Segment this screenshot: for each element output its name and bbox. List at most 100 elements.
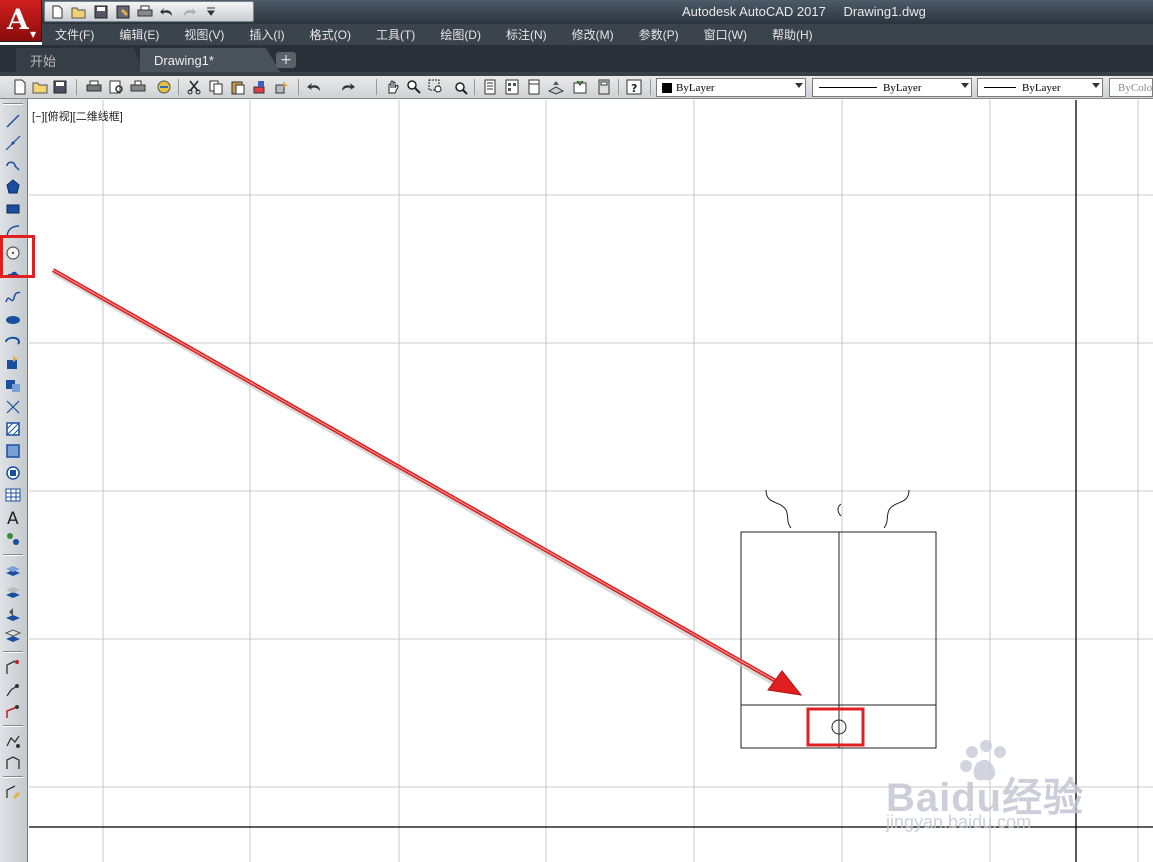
table-icon[interactable] [4, 486, 22, 504]
markup-icon[interactable] [572, 79, 588, 95]
pan-icon[interactable] [384, 79, 400, 95]
make-block-icon[interactable] [4, 376, 22, 394]
new-tab-button[interactable]: + [276, 52, 296, 68]
lineweight-control-dropdown[interactable]: ByLayer [977, 78, 1103, 97]
menu-modify[interactable]: 修改(M) [572, 26, 614, 43]
linetype-value: ByLayer [883, 81, 922, 94]
construction-line-icon[interactable] [4, 134, 22, 152]
zoom-previous-icon[interactable] [452, 79, 468, 95]
menu-edit[interactable]: 编辑(E) [119, 26, 159, 43]
chevron-down-icon [795, 83, 803, 88]
menu-insert[interactable]: 插入(I) [249, 26, 284, 43]
rectangle-icon[interactable] [4, 200, 22, 218]
ellipse-arc-icon[interactable] [4, 332, 22, 350]
plotstyle-control-dropdown[interactable]: ByColor [1109, 78, 1153, 97]
menu-view[interactable]: 视图(V) [184, 26, 224, 43]
window-title: Autodesk AutoCAD 2017 Drawing1.dwg [682, 4, 940, 19]
insert-block-icon[interactable] [4, 354, 22, 372]
dimension-diameter-icon[interactable] [4, 754, 22, 772]
cut-icon[interactable] [186, 79, 202, 95]
toolbar-grip [3, 103, 23, 105]
color-value: ByLayer [676, 81, 715, 94]
ellipse-icon[interactable] [4, 310, 22, 328]
publish-icon[interactable] [130, 79, 146, 95]
layer-isolate-icon[interactable] [4, 627, 22, 645]
copy-icon[interactable] [208, 79, 224, 95]
paste-icon[interactable] [230, 79, 246, 95]
plot-preview-icon[interactable] [108, 79, 124, 95]
layer-previous-icon[interactable] [4, 605, 22, 623]
app-logo-icon: A [7, 3, 29, 36]
linetype-sample [819, 87, 877, 88]
layer-states-icon[interactable] [4, 583, 22, 601]
open-icon[interactable] [71, 4, 87, 20]
calculator-icon[interactable] [596, 79, 612, 95]
new-icon[interactable] [49, 4, 65, 20]
polygon-icon[interactable] [4, 178, 22, 196]
save-icon[interactable] [52, 79, 68, 95]
design-center-icon[interactable] [504, 79, 520, 95]
menu-file[interactable]: 文件(F) [55, 26, 94, 43]
menu-help[interactable]: 帮助(H) [772, 26, 813, 43]
plotstyle-value: ByColor [1118, 81, 1153, 94]
polyline-icon[interactable] [4, 156, 22, 174]
point-icon[interactable] [4, 398, 22, 416]
toolbar-separator [76, 79, 77, 95]
lineweight-value: ByLayer [1022, 81, 1061, 94]
dimension-aligned-icon[interactable] [4, 681, 22, 699]
add-selected-icon[interactable] [4, 530, 22, 548]
tab-start[interactable]: 开始 [16, 48, 144, 72]
print-icon[interactable] [137, 4, 153, 20]
menu-draw[interactable]: 绘图(D) [440, 26, 481, 43]
new-icon[interactable] [12, 79, 28, 95]
viewport-controls[interactable]: [−][俯视][二维线框] [32, 108, 123, 124]
save-as-icon[interactable] [115, 4, 131, 20]
menu-window[interactable]: 窗口(W) [704, 26, 747, 43]
menu-format[interactable]: 格式(O) [310, 26, 351, 43]
application-menu-button[interactable]: A ▼ [0, 0, 42, 42]
spline-icon[interactable] [4, 288, 22, 306]
save-icon[interactable] [93, 4, 109, 20]
dimension-radius-icon[interactable] [4, 732, 22, 750]
customize-dropdown-icon[interactable] [203, 4, 219, 20]
line-icon[interactable] [4, 112, 22, 130]
toolbar-grip [3, 725, 23, 727]
color-swatch [662, 82, 672, 93]
color-control-dropdown[interactable]: ByLayer [656, 78, 806, 97]
gradient-icon[interactable] [4, 442, 22, 460]
sheet-set-icon[interactable] [548, 79, 564, 95]
menu-tools[interactable]: 工具(T) [376, 26, 415, 43]
undo-icon[interactable] [306, 79, 322, 95]
baidu-watermark: Baidu经验 jingyan.baidu.com [880, 740, 1140, 840]
redo-icon[interactable] [340, 79, 356, 95]
block-editor-icon[interactable] [274, 79, 290, 95]
multiline-text-icon[interactable]: A [4, 508, 22, 526]
help-icon[interactable]: ? [626, 79, 642, 95]
dimension-edit-icon[interactable] [4, 783, 22, 801]
dimension-linear-icon[interactable] [4, 659, 22, 677]
linetype-control-dropdown[interactable]: ByLayer [812, 78, 972, 97]
toolbar-separator [618, 79, 619, 95]
3dwf-icon[interactable] [156, 79, 172, 95]
zoom-window-icon[interactable] [428, 79, 444, 95]
toolbar-separator [650, 79, 651, 95]
open-icon[interactable] [32, 79, 48, 95]
redo-icon[interactable] [181, 4, 197, 20]
hatch-icon[interactable] [4, 420, 22, 438]
region-icon[interactable] [4, 464, 22, 482]
layer-properties-icon[interactable] [4, 561, 22, 579]
zoom-realtime-icon[interactable] [406, 79, 422, 95]
dimension-angular-icon[interactable] [4, 703, 22, 721]
toolbar-separator [178, 79, 179, 95]
highlight-box-circle-tool [0, 235, 35, 278]
plot-icon[interactable] [86, 79, 102, 95]
menu-parametric[interactable]: 参数(P) [639, 26, 679, 43]
match-properties-icon[interactable] [252, 79, 268, 95]
undo-icon[interactable] [159, 4, 175, 20]
menu-bar: 文件(F) 编辑(E) 视图(V) 插入(I) 格式(O) 工具(T) 绘图(D… [42, 24, 1153, 45]
properties-icon[interactable] [482, 79, 498, 95]
menu-dimension[interactable]: 标注(N) [506, 26, 547, 43]
tool-palettes-icon[interactable] [526, 79, 542, 95]
toolbar-grip [3, 554, 23, 556]
tab-drawing1[interactable]: Drawing1* [140, 48, 280, 72]
